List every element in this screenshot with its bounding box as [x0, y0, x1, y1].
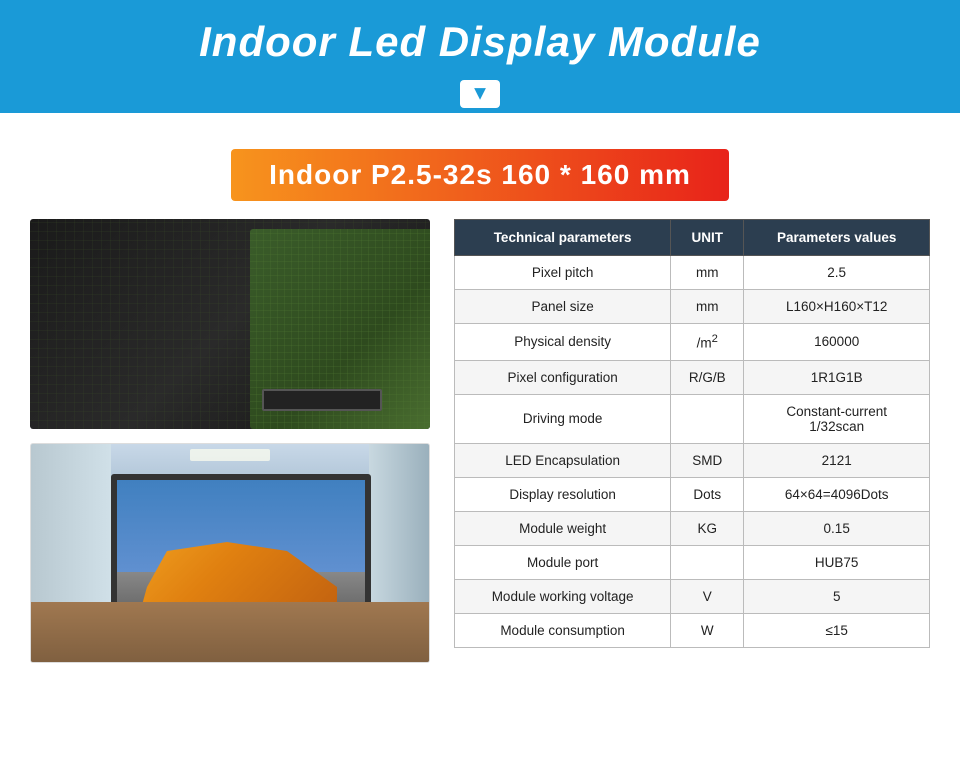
cell-unit: Dots: [671, 477, 744, 511]
cell-value: ≤15: [744, 613, 930, 647]
header-bottom: [0, 113, 960, 127]
cell-value: 2121: [744, 443, 930, 477]
cell-unit: mm: [671, 256, 744, 290]
col-header-unit: UNIT: [671, 220, 744, 256]
cell-param: LED Encapsulation: [455, 443, 671, 477]
pcb-board: [250, 229, 430, 429]
specs-table-container: Technical parameters UNIT Parameters val…: [454, 219, 930, 648]
cell-param: Module working voltage: [455, 579, 671, 613]
table-row: Module port HUB75: [455, 545, 930, 579]
cell-param: Panel size: [455, 290, 671, 324]
table-row: Module working voltageV5: [455, 579, 930, 613]
cell-value: 64×64=4096Dots: [744, 477, 930, 511]
arrow-icon: [460, 80, 500, 108]
cell-param: Display resolution: [455, 477, 671, 511]
table-row: Driving mode Constant-current1/32scan: [455, 394, 930, 443]
table-row: Display resolutionDots64×64=4096Dots: [455, 477, 930, 511]
header-chevron-row: [0, 76, 960, 113]
cell-unit: V: [671, 579, 744, 613]
cell-unit: R/G/B: [671, 360, 744, 394]
cell-param: Module consumption: [455, 613, 671, 647]
product-label: Indoor P2.5-32s 160 * 160 mm: [231, 149, 729, 201]
cell-param: Driving mode: [455, 394, 671, 443]
cell-unit: mm: [671, 290, 744, 324]
table-row: Physical density/m2160000: [455, 324, 930, 361]
cell-unit: [671, 545, 744, 579]
cell-value: Constant-current1/32scan: [744, 394, 930, 443]
board-image: [30, 219, 430, 429]
cell-value: 160000: [744, 324, 930, 361]
ceiling-light: [190, 449, 270, 461]
cell-value: 5: [744, 579, 930, 613]
table-row: Module weightKG0.15: [455, 511, 930, 545]
room-scene-image: [30, 443, 430, 663]
cell-unit: /m2: [671, 324, 744, 361]
images-column: [30, 219, 430, 663]
cell-param: Pixel pitch: [455, 256, 671, 290]
pcb-connector: [262, 389, 382, 411]
cell-unit: SMD: [671, 443, 744, 477]
cell-param: Module weight: [455, 511, 671, 545]
table-row: LED EncapsulationSMD2121: [455, 443, 930, 477]
col-header-value: Parameters values: [744, 220, 930, 256]
cell-value: L160×H160×T12: [744, 290, 930, 324]
main-content: Technical parameters UNIT Parameters val…: [0, 219, 960, 693]
room-floor: [31, 602, 429, 662]
cell-value: 1R1G1B: [744, 360, 930, 394]
cell-unit: [671, 394, 744, 443]
table-row: Pixel configurationR/G/B1R1G1B: [455, 360, 930, 394]
table-header-row: Technical parameters UNIT Parameters val…: [455, 220, 930, 256]
table-row: Panel sizemmL160×H160×T12: [455, 290, 930, 324]
cell-unit: KG: [671, 511, 744, 545]
led-panel-front: [30, 219, 430, 429]
product-label-wrapper: Indoor P2.5-32s 160 * 160 mm: [0, 149, 960, 201]
cell-param: Module port: [455, 545, 671, 579]
cell-param: Physical density: [455, 324, 671, 361]
col-header-param: Technical parameters: [455, 220, 671, 256]
page-header: Indoor Led Display Module: [0, 0, 960, 127]
table-row: Module consumptionW≤15: [455, 613, 930, 647]
specs-table: Technical parameters UNIT Parameters val…: [454, 219, 930, 648]
cell-param: Pixel configuration: [455, 360, 671, 394]
table-row: Pixel pitchmm2.5: [455, 256, 930, 290]
cell-value: 2.5: [744, 256, 930, 290]
cell-value: 0.15: [744, 511, 930, 545]
cell-value: HUB75: [744, 545, 930, 579]
cell-unit: W: [671, 613, 744, 647]
page-title: Indoor Led Display Module: [0, 18, 960, 76]
